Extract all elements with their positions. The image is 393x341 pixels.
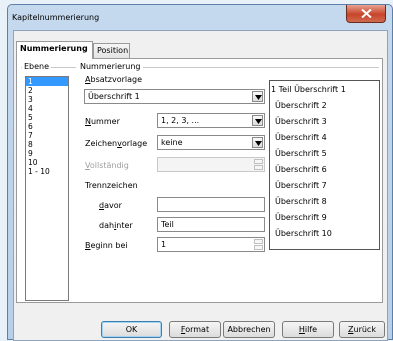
chevron-down-icon [255, 95, 262, 100]
level-item[interactable]: 9 [26, 149, 68, 158]
preview-line: Überschrift 7 [275, 181, 327, 190]
complete-spin-buttons [254, 159, 263, 170]
level-item[interactable]: 2 [26, 86, 68, 95]
tab-position[interactable]: Position [93, 43, 130, 58]
preview-line: Überschrift 8 [275, 197, 327, 206]
number-label: Nummer [85, 117, 120, 126]
number-select[interactable]: 1, 2, 3, ... [157, 113, 265, 128]
paragraph-style-dropdown-button[interactable] [252, 91, 263, 102]
close-icon [361, 9, 372, 18]
paragraph-style-label: Absatzvorlage [85, 75, 143, 84]
char-style-value: keine [161, 138, 183, 147]
char-style-dropdown-button[interactable] [252, 137, 263, 148]
level-item[interactable]: 7 [26, 131, 68, 140]
title-bar[interactable]: Kapitelnummerierung [8, 5, 392, 30]
preview-line: Überschrift 3 [275, 117, 327, 126]
number-dropdown-button[interactable] [252, 115, 263, 126]
format-button[interactable]: Format [169, 321, 221, 338]
start-at-spin-buttons[interactable] [254, 239, 263, 250]
level-item[interactable]: 1 [26, 77, 68, 86]
ok-button-label: OK [125, 325, 138, 334]
after-input[interactable]: Teil [157, 217, 265, 232]
level-group-label: Ebene [22, 62, 52, 71]
level-item[interactable]: 3 [26, 95, 68, 104]
preview-line: 1 Teil Überschrift 1 [271, 85, 346, 94]
tab-numbering[interactable]: Nummerierung [16, 41, 93, 59]
cancel-button[interactable]: Abbrechen [223, 321, 275, 338]
level-item[interactable]: 6 [26, 122, 68, 131]
ok-button[interactable]: OK [101, 321, 162, 338]
before-input[interactable] [157, 197, 265, 212]
preview-line: Überschrift 10 [275, 229, 332, 238]
level-item[interactable]: 1 - 10 [26, 167, 68, 176]
tab-panel: Ebene 1 2 3 4 5 6 7 8 9 10 1 - 10 Nummer… [16, 58, 383, 303]
paragraph-style-select[interactable]: Überschrift 1 [84, 89, 265, 104]
number-value: 1, 2, 3, ... [161, 116, 200, 125]
start-at-spinner[interactable]: 1 [157, 237, 265, 252]
numbering-group-label: Nummerierung [78, 62, 143, 71]
dialog-client: Nummerierung Position Ebene 1 2 3 4 5 6 … [13, 30, 388, 341]
level-item[interactable]: 8 [26, 140, 68, 149]
level-item[interactable]: 5 [26, 113, 68, 122]
char-style-select[interactable]: keine [157, 135, 265, 150]
preview-line: Überschrift 2 [275, 101, 327, 110]
start-at-label: Beginn bei [85, 241, 128, 250]
chevron-down-icon [255, 119, 262, 124]
paragraph-style-label-text: bsatzvorlage [90, 75, 143, 84]
after-label: dahinter [99, 221, 133, 230]
level-list[interactable]: 1 2 3 4 5 6 7 8 9 10 1 - 10 [25, 76, 69, 301]
after-value: Teil [161, 220, 174, 229]
before-label: davor [99, 201, 122, 210]
complete-spinner [157, 157, 265, 172]
level-item[interactable]: 10 [26, 158, 68, 167]
chevron-down-icon [255, 141, 262, 146]
help-button[interactable]: Hilfe [282, 321, 334, 338]
back-button[interactable]: Zurück [339, 321, 385, 338]
char-style-label: Zeichenvorlage [85, 139, 148, 148]
format-button-label: Format [180, 325, 210, 334]
start-at-value: 1 [161, 240, 167, 249]
preview-line: Überschrift 4 [275, 133, 327, 142]
back-button-label: Zurück [348, 325, 376, 334]
complete-label: Vollständig [85, 161, 129, 170]
close-button[interactable] [346, 5, 386, 23]
preview-line: Überschrift 9 [275, 213, 327, 222]
preview-line: Überschrift 6 [275, 165, 327, 174]
paragraph-style-value: Überschrift 1 [88, 92, 140, 101]
level-item[interactable]: 4 [26, 104, 68, 113]
preview-line: Überschrift 5 [275, 149, 327, 158]
dialog-window: Kapitelnummerierung Nummerierung Positio… [7, 4, 393, 341]
numbering-preview: 1 Teil Überschrift 1 Überschrift 2 Übers… [269, 80, 380, 250]
cancel-button-label: Abbrechen [227, 325, 271, 334]
window-title: Kapitelnummerierung [12, 13, 100, 22]
separator-label: Trennzeichen [85, 181, 138, 190]
help-button-label: Hilfe [298, 325, 318, 334]
